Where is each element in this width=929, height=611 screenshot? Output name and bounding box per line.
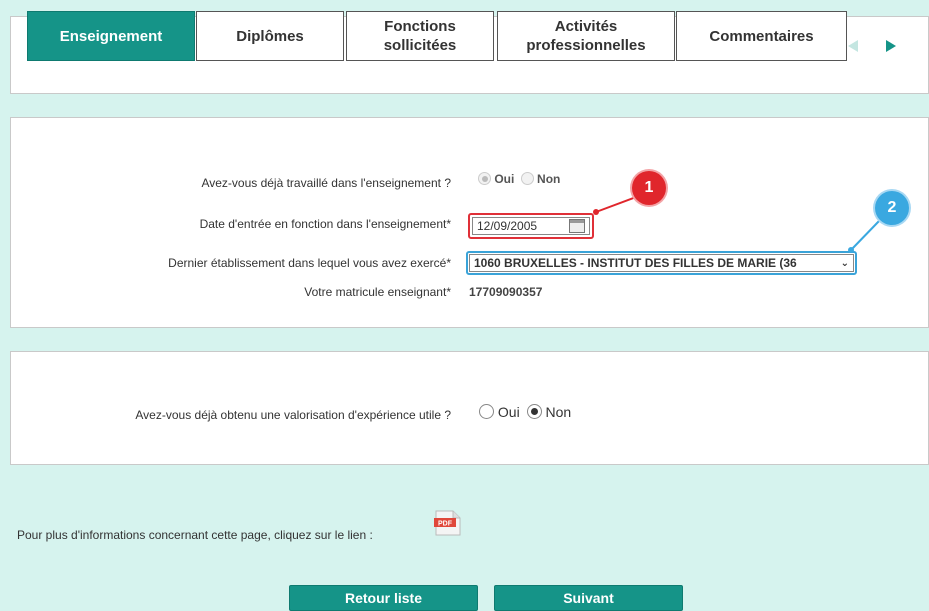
matricule-label: Votre matricule enseignant* [304, 285, 451, 299]
svg-text:PDF: PDF [438, 521, 453, 528]
last-school-highlight: 1060 BRUXELLES - INSTITUT DES FILLES DE … [466, 251, 857, 275]
valorisation-no-radio[interactable] [526, 404, 542, 419]
valorisation-yes-label: Oui [497, 404, 520, 420]
tab-commentaires[interactable]: Commentaires [676, 11, 847, 61]
calendar-icon[interactable] [569, 219, 585, 233]
valorisation-yes-radio[interactable] [479, 404, 494, 419]
tab-diplomes[interactable]: Diplômes [196, 11, 344, 61]
info-text: Pour plus d'informations concernant cett… [17, 528, 373, 542]
worked-yes-radio[interactable] [478, 172, 491, 185]
start-date-highlight: 12/09/2005 [468, 213, 594, 239]
start-date-value: 12/09/2005 [477, 219, 538, 233]
back-to-list-button[interactable]: Retour liste [289, 585, 478, 611]
worked-yes-label: Oui [494, 172, 515, 186]
callout-badge-2: 2 [875, 191, 909, 225]
tab-scroll-left-icon[interactable] [848, 40, 858, 52]
worked-in-teaching-radio-group: Oui Non [478, 172, 560, 186]
last-school-label: Dernier établissement dans lequel vous a… [168, 256, 451, 270]
start-date-label: Date d'entrée en fonction dans l'enseign… [199, 217, 451, 231]
valorisation-radio-group: Oui Non [479, 404, 571, 420]
last-school-value: 1060 BRUXELLES - INSTITUT DES FILLES DE … [474, 256, 797, 270]
tab-scroll-right-icon[interactable] [886, 40, 896, 52]
matricule-value: 17709090357 [469, 285, 543, 299]
pdf-icon[interactable]: PDF [433, 509, 463, 537]
valorisation-label: Avez-vous déjà obtenu une valorisation d… [135, 408, 451, 422]
tab-enseignement[interactable]: Enseignement [27, 11, 195, 61]
valorisation-no-label: Non [545, 404, 572, 420]
worked-no-radio[interactable] [520, 172, 534, 185]
worked-in-teaching-label: Avez-vous déjà travaillé dans l'enseigne… [201, 176, 451, 190]
worked-no-label: Non [537, 172, 561, 186]
callout-badge-1: 1 [632, 171, 666, 205]
chevron-down-icon: ⌄ [840, 257, 849, 269]
next-button[interactable]: Suivant [494, 585, 683, 611]
last-school-select[interactable]: 1060 BRUXELLES - INSTITUT DES FILLES DE … [469, 254, 854, 272]
tab-activites-professionnelles[interactable]: Activités professionnelles [497, 11, 675, 61]
tab-fonctions-sollicitees[interactable]: Fonctions sollicitées [346, 11, 494, 61]
start-date-input[interactable]: 12/09/2005 [472, 217, 590, 235]
